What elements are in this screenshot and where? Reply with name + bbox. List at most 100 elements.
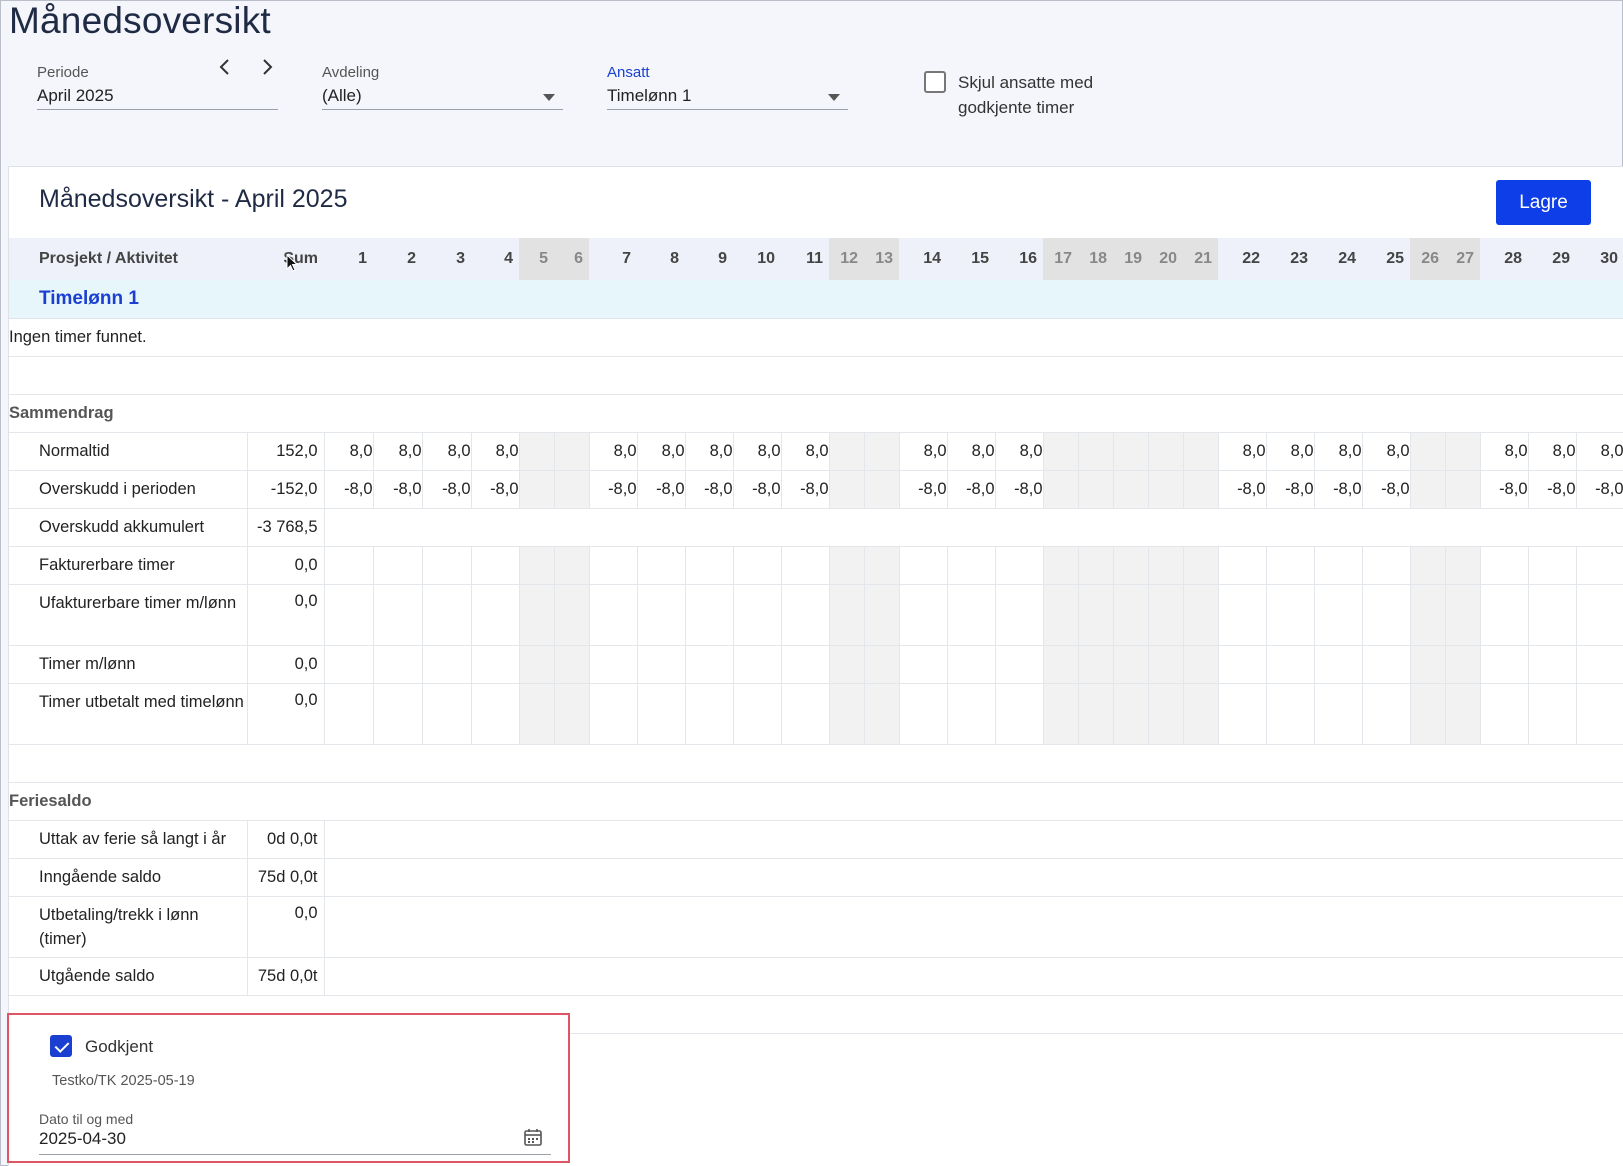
day-cell: 8,0	[373, 432, 423, 471]
day-cell: -8,0	[733, 470, 782, 509]
ansatt-select[interactable]: Ansatt Timelønn 1	[607, 62, 848, 110]
day-cell: -8,0	[422, 470, 472, 509]
no-hours-row: Ingen timer funnet.	[9, 318, 1623, 357]
day-cell	[1410, 470, 1446, 509]
day-cell: -8,0	[589, 470, 638, 509]
employee-name[interactable]: Timelønn 1	[9, 280, 1623, 319]
periode-value: April 2025	[37, 86, 114, 105]
column-header-day: 9	[685, 238, 733, 280]
day-cell	[829, 683, 865, 745]
day-cell	[1445, 546, 1481, 585]
day-cell	[1576, 683, 1623, 745]
day-cell	[1218, 645, 1267, 684]
card-title: Månedsoversikt - April 2025	[39, 185, 348, 213]
row-sum: 0,0	[247, 683, 325, 745]
column-header-day: 25	[1362, 238, 1410, 280]
column-header-day: 26	[1410, 238, 1445, 280]
row-label: Timer utbetalt med timelønn	[9, 683, 248, 745]
table-row: Uttak av ferie så langt i år 0d 0,0t	[9, 820, 1623, 859]
day-cell	[1576, 645, 1623, 684]
day-cell: 8,0	[471, 432, 520, 471]
column-header-day: 22	[1218, 238, 1266, 280]
row-sum: 0,0	[247, 584, 325, 646]
day-cell: 8,0	[1528, 432, 1577, 471]
save-button[interactable]: Lagre	[1496, 180, 1591, 225]
day-cell	[1362, 645, 1411, 684]
day-cell	[733, 645, 782, 684]
day-cell	[422, 584, 472, 646]
row-label: Fakturerbare timer	[9, 546, 248, 585]
row-label: Uttak av ferie så langt i år	[9, 820, 248, 859]
day-cell	[1078, 683, 1114, 745]
row-blank	[324, 508, 1623, 547]
day-cell	[781, 584, 830, 646]
day-cell	[1576, 546, 1623, 585]
date-through-label: Dato til og med	[39, 1111, 134, 1127]
day-cell	[1445, 470, 1481, 509]
row-sum: 0,0	[247, 546, 325, 585]
avdeling-select[interactable]: Avdeling (Alle)	[322, 62, 563, 110]
day-cell	[1113, 584, 1149, 646]
column-header-day: 23	[1266, 238, 1314, 280]
day-cell	[471, 683, 520, 745]
day-cell	[1528, 645, 1577, 684]
day-cell: 8,0	[1266, 432, 1315, 471]
avdeling-value: (Alle)	[322, 86, 362, 105]
column-header-day: 30	[1576, 238, 1623, 280]
day-cell	[1148, 584, 1184, 646]
day-cell	[373, 683, 423, 745]
spacer-row	[9, 356, 1623, 395]
day-cell	[1266, 683, 1315, 745]
day-cell	[1043, 584, 1079, 646]
day-cell	[864, 470, 900, 509]
day-cell	[1078, 470, 1114, 509]
day-cell	[1113, 546, 1149, 585]
column-header-day: 29	[1528, 238, 1576, 280]
day-cell	[373, 645, 423, 684]
approved-checkbox[interactable]	[50, 1035, 72, 1057]
calendar-icon[interactable]	[523, 1127, 543, 1147]
day-cell	[1183, 470, 1219, 509]
day-cell	[829, 546, 865, 585]
column-header-day: 3	[422, 238, 471, 280]
day-cell	[685, 584, 734, 646]
day-cell: -8,0	[471, 470, 520, 509]
periode-field[interactable]: Periode April 2025	[37, 62, 278, 110]
chevron-right-icon[interactable]	[257, 58, 277, 82]
spacer-row	[9, 744, 1623, 783]
day-cell: 8,0	[1218, 432, 1267, 471]
day-cell	[554, 432, 590, 471]
hide-approved-checkbox[interactable]	[924, 71, 946, 93]
day-cell	[947, 683, 996, 745]
day-cell	[519, 546, 555, 585]
day-cell	[995, 645, 1044, 684]
day-cell	[899, 683, 948, 745]
column-header-day: 27	[1445, 238, 1480, 280]
column-header-day: 12	[829, 238, 864, 280]
day-cell	[589, 683, 638, 745]
day-cell	[589, 645, 638, 684]
day-cell: -8,0	[1218, 470, 1267, 509]
day-cell	[1528, 546, 1577, 585]
day-cell	[471, 645, 520, 684]
day-cell	[519, 470, 555, 509]
day-cell	[1078, 432, 1114, 471]
day-cell	[1266, 645, 1315, 684]
day-cell: -8,0	[947, 470, 996, 509]
employee-row[interactable]: Timelønn 1	[9, 280, 1623, 319]
day-cell	[324, 584, 374, 646]
day-cell	[1148, 546, 1184, 585]
table-row: Normaltid 152,0 8,0 8,0 8,0 8,0 8,0 8,0 8,0 8,0 8,…	[9, 432, 1623, 471]
day-cell	[589, 546, 638, 585]
day-cell	[1528, 584, 1577, 646]
table-row: Timer utbetalt med timelønn 0,0	[9, 683, 1623, 745]
day-cell	[685, 645, 734, 684]
row-label: Overskudd akkumulert	[9, 508, 248, 547]
date-through-field[interactable]: Dato til og med 2025-04-30	[39, 1111, 551, 1155]
day-cell	[1480, 546, 1529, 585]
day-cell	[1183, 432, 1219, 471]
row-label: Utbetaling/trekk i lønn (timer)	[9, 896, 248, 958]
day-cell: -8,0	[373, 470, 423, 509]
chevron-left-icon[interactable]	[215, 58, 235, 82]
dropdown-caret-icon	[828, 94, 840, 101]
